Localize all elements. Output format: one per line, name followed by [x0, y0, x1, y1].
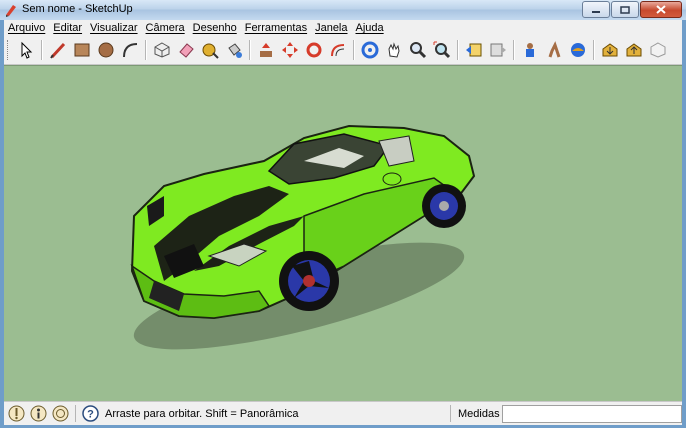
zoom-tool-button[interactable] — [407, 39, 429, 61]
walk-icon — [548, 41, 561, 58]
toolbar-grip[interactable] — [7, 40, 11, 60]
paint-bucket-icon — [228, 43, 242, 58]
maximize-icon — [620, 5, 630, 14]
status-hint-text: Arraste para orbitar. Shift = Panorâmica — [105, 408, 299, 420]
share-component-button[interactable] — [647, 39, 669, 61]
main-toolbar — [4, 36, 682, 65]
minimize-icon — [592, 10, 600, 13]
make-component-icon — [154, 42, 170, 58]
close-button[interactable] — [640, 1, 682, 18]
zoom-icon — [410, 42, 427, 59]
circle-icon — [98, 42, 114, 58]
look-around-icon — [571, 43, 585, 57]
eraser-tool-button[interactable] — [175, 39, 197, 61]
push-pull-button[interactable] — [255, 39, 277, 61]
arc-tool-button[interactable] — [119, 39, 141, 61]
toolbar-separator — [457, 40, 459, 60]
push-pull-icon — [260, 43, 272, 57]
share-model-icon — [626, 43, 642, 57]
line-tool-button[interactable] — [47, 39, 69, 61]
rotate-tool-button[interactable] — [303, 39, 325, 61]
toolbar-separator — [513, 40, 515, 60]
tape-measure-icon — [202, 43, 219, 59]
pan-icon — [388, 42, 400, 58]
previous-view-button[interactable] — [463, 39, 485, 61]
make-component-button[interactable] — [151, 39, 173, 61]
window-title: Sem nome - SketchUp — [22, 3, 133, 15]
offset-icon — [331, 44, 345, 57]
sign-in-icon[interactable] — [52, 405, 69, 422]
move-tool-button[interactable] — [279, 39, 301, 61]
menu-visualizar[interactable]: Visualizar — [86, 22, 142, 34]
get-models-button[interactable] — [599, 39, 621, 61]
minimize-button[interactable] — [582, 1, 610, 18]
position-camera-icon — [526, 43, 534, 57]
green-sports-car-model — [130, 124, 476, 350]
rotate-icon — [306, 42, 322, 58]
get-models-icon — [602, 43, 618, 57]
status-divider — [450, 405, 451, 422]
next-view-button[interactable] — [487, 39, 509, 61]
pan-tool-button[interactable] — [383, 39, 405, 61]
menu-editar[interactable]: Editar — [49, 22, 86, 34]
orbit-tool-button[interactable] — [359, 39, 381, 61]
menu-janela[interactable]: Janela — [311, 22, 351, 34]
look-around-button[interactable] — [567, 39, 589, 61]
menu-ferramentas[interactable]: Ferramentas — [241, 22, 311, 34]
drawing-viewport[interactable] — [4, 65, 682, 402]
geolocation-icon[interactable] — [8, 405, 25, 422]
walk-tool-button[interactable] — [543, 39, 565, 61]
select-tool-button[interactable] — [15, 39, 37, 61]
measures-label: Medidas — [458, 408, 500, 420]
zoom-extents-button[interactable] — [431, 39, 453, 61]
line-pencil-icon — [50, 42, 66, 59]
sketchup-app-icon — [6, 5, 16, 17]
toolbar-separator — [145, 40, 147, 60]
position-camera-button[interactable] — [519, 39, 541, 61]
eraser-icon — [179, 43, 194, 58]
toolbar-separator — [353, 40, 355, 60]
share-model-button[interactable] — [623, 39, 645, 61]
circle-tool-button[interactable] — [95, 39, 117, 61]
toolbar-separator — [249, 40, 251, 60]
svg-text:?: ? — [87, 409, 94, 421]
toolbar-separator — [593, 40, 595, 60]
sketchup-window: Sem nome - SketchUp Arquivo Editar Visua… — [0, 0, 686, 428]
window-controls — [581, 1, 682, 18]
orbit-icon — [361, 41, 379, 59]
paint-bucket-button[interactable] — [223, 39, 245, 61]
help-icon[interactable]: ? — [82, 405, 99, 422]
close-icon — [656, 5, 666, 14]
status-bar: ? Arraste para orbitar. Shift = Panorâmi… — [4, 401, 682, 425]
tape-measure-button[interactable] — [199, 39, 221, 61]
measures-input[interactable] — [502, 405, 682, 423]
toolbar-separator — [41, 40, 43, 60]
maximize-button[interactable] — [611, 1, 639, 18]
zoom-extents-icon — [433, 41, 451, 59]
menu-arquivo[interactable]: Arquivo — [4, 22, 49, 34]
previous-view-icon — [466, 43, 482, 57]
menu-ajuda[interactable]: Ajuda — [352, 22, 388, 34]
next-view-icon — [490, 43, 506, 57]
rectangle-tool-button[interactable] — [71, 39, 93, 61]
credits-icon[interactable] — [30, 405, 47, 422]
title-bar[interactable]: Sem nome - SketchUp — [0, 0, 686, 20]
rectangle-icon — [74, 43, 90, 57]
status-divider — [75, 405, 76, 422]
menu-camera[interactable]: Câmera — [142, 22, 189, 34]
menu-bar: Arquivo Editar Visualizar Câmera Desenho… — [4, 20, 682, 36]
move-icon — [282, 42, 298, 58]
select-icon — [21, 41, 33, 59]
menu-desenho[interactable]: Desenho — [189, 22, 241, 34]
share-component-icon — [650, 42, 666, 58]
arc-icon — [123, 43, 138, 58]
offset-tool-button[interactable] — [327, 39, 349, 61]
